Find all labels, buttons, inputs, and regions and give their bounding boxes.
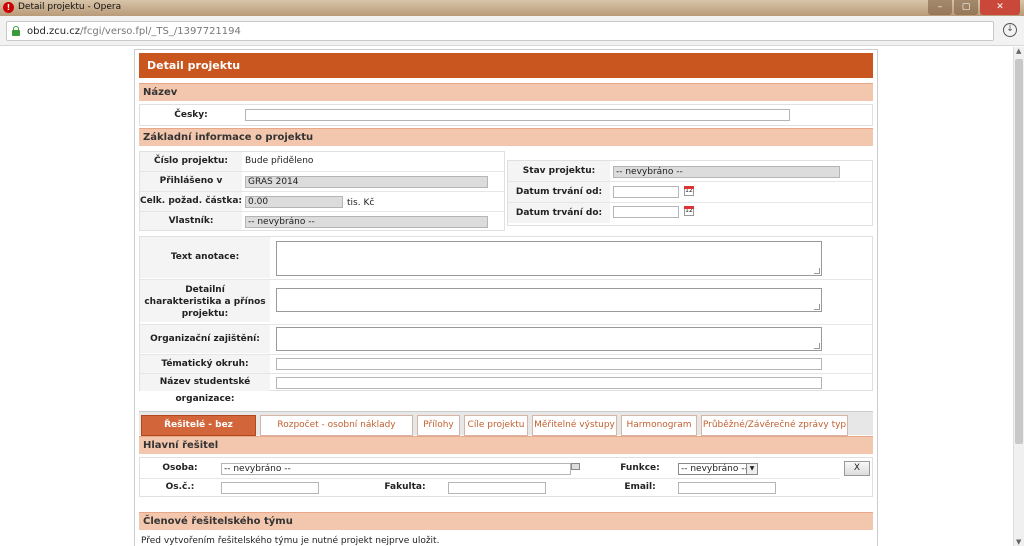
tab-meritelne[interactable]: Měřitelné výstupy xyxy=(532,415,617,436)
scroll-down-icon[interactable]: ▼ xyxy=(1016,538,1021,546)
funkce-select[interactable]: -- nevybráno -- ▼ xyxy=(678,463,758,475)
vertical-scrollbar[interactable]: ▲ ▼ xyxy=(1013,47,1024,546)
address-bar: obd.zcu.cz/fcgi/verso.fpl/_TS_/139772119… xyxy=(0,16,1024,46)
datum-do-input[interactable] xyxy=(613,206,679,218)
url-field[interactable]: obd.zcu.cz/fcgi/verso.fpl/_TS_/139772119… xyxy=(6,21,994,41)
osc-input[interactable] xyxy=(221,482,319,494)
fakulta-label: Fakulta: xyxy=(365,479,445,495)
detailni-label: Detailní charakteristika a přínos projek… xyxy=(140,280,270,322)
section-zakladni: Základní informace o projektu xyxy=(139,128,873,146)
detailni-textarea[interactable] xyxy=(276,288,822,312)
funkce-label: Funkce: xyxy=(605,460,675,476)
cesky-label: Česky: xyxy=(140,105,242,125)
tab-resitele[interactable]: Řešitelé - bez externích xyxy=(141,415,256,449)
osoba-label: Osoba: xyxy=(140,460,220,476)
calendar-icon[interactable]: 12 xyxy=(684,206,694,216)
cislo-value: Bude přiděleno xyxy=(245,156,314,166)
section-clenove: Členové řešitelského týmu xyxy=(139,512,873,530)
tab-prilohy[interactable]: Přílohy xyxy=(417,415,460,436)
osoba-field[interactable]: -- nevybráno -- xyxy=(221,463,571,475)
tematicky-label: Tématický okruh: xyxy=(140,355,270,373)
url-text: obd.zcu.cz/fcgi/verso.fpl/_TS_/139772119… xyxy=(27,26,241,37)
window-controls: – ▢ ✕ xyxy=(926,0,1020,15)
close-button[interactable]: ✕ xyxy=(980,0,1020,15)
lock-icon xyxy=(12,26,20,36)
section-hlavni: Hlavní řešitel xyxy=(139,436,873,454)
vlastnik-field: -- nevybráno -- xyxy=(245,216,488,228)
divider xyxy=(140,478,840,479)
download-icon[interactable]: ↓ xyxy=(1003,23,1017,37)
castka-label: Celk. požad. částka: xyxy=(140,192,242,211)
datum-od-input[interactable] xyxy=(613,186,679,198)
scroll-up-icon[interactable]: ▲ xyxy=(1016,47,1021,55)
osc-label: Os.č.: xyxy=(140,479,220,495)
castka-field: 0.00 xyxy=(245,196,343,208)
prihlaseno-field: GRAS 2014 xyxy=(245,176,488,188)
anotace-label: Text anotace: xyxy=(140,237,270,278)
remove-button[interactable]: X xyxy=(844,461,870,476)
do-label: Datum trvání do: xyxy=(508,203,610,223)
tab-rozpocet[interactable]: Rozpočet - osobní náklady celkem xyxy=(260,415,413,449)
list-picker-icon[interactable] xyxy=(571,463,580,470)
nazev-org-input[interactable] xyxy=(276,377,822,389)
fakulta-input[interactable] xyxy=(448,482,546,494)
scrollbar-thumb[interactable] xyxy=(1015,59,1023,444)
restore-button[interactable]: ▢ xyxy=(954,0,978,15)
calendar-icon[interactable]: 12 xyxy=(684,186,694,196)
anotace-textarea[interactable] xyxy=(276,241,822,276)
tab-bar: Řešitelé - bez externích Rozpočet - osob… xyxy=(139,411,873,449)
window-titlebar: ! Detail projektu - Opera – ▢ ✕ xyxy=(0,0,1024,16)
email-label: Email: xyxy=(605,479,675,495)
window-title: Detail projektu - Opera xyxy=(18,2,122,12)
page-title: Detail projektu xyxy=(139,53,873,78)
stav-label: Stav projektu: xyxy=(508,161,610,181)
email-input[interactable] xyxy=(678,482,776,494)
cesky-input[interactable] xyxy=(245,109,790,121)
nazev-org-label: Název studentské organizace: xyxy=(140,374,270,404)
castka-unit: tis. Kč xyxy=(347,198,375,208)
organizacni-textarea[interactable] xyxy=(276,327,822,351)
section-nazev: Název xyxy=(139,83,873,101)
tab-harmonogram[interactable]: Harmonogram xyxy=(621,415,697,436)
vlastnik-label: Vlastník: xyxy=(140,212,242,230)
prihlaseno-label: Přihlášeno v soutěži: xyxy=(140,172,242,205)
minimize-button[interactable]: – xyxy=(928,0,952,15)
chevron-down-icon: ▼ xyxy=(746,464,757,474)
cislo-label: Číslo projektu: xyxy=(140,152,242,171)
opera-logo-icon: ! xyxy=(3,2,14,13)
tab-cile[interactable]: Cíle projektu xyxy=(464,415,528,436)
tematicky-input[interactable] xyxy=(276,358,822,370)
clenove-note: Před vytvořením řešitelského týmu je nut… xyxy=(141,536,440,546)
od-label: Datum trvání od: xyxy=(508,182,610,202)
project-form: Detail projektu Název Česky: Základní in… xyxy=(134,49,878,546)
stav-field: -- nevybráno -- xyxy=(613,166,840,178)
organizacni-label: Organizační zajištění: xyxy=(140,325,270,353)
tab-zpravy[interactable]: Průběžné/Závěrečné zprávy typ 1 xyxy=(701,415,848,449)
page-viewport: Detail projektu Název Česky: Základní in… xyxy=(0,47,1013,546)
